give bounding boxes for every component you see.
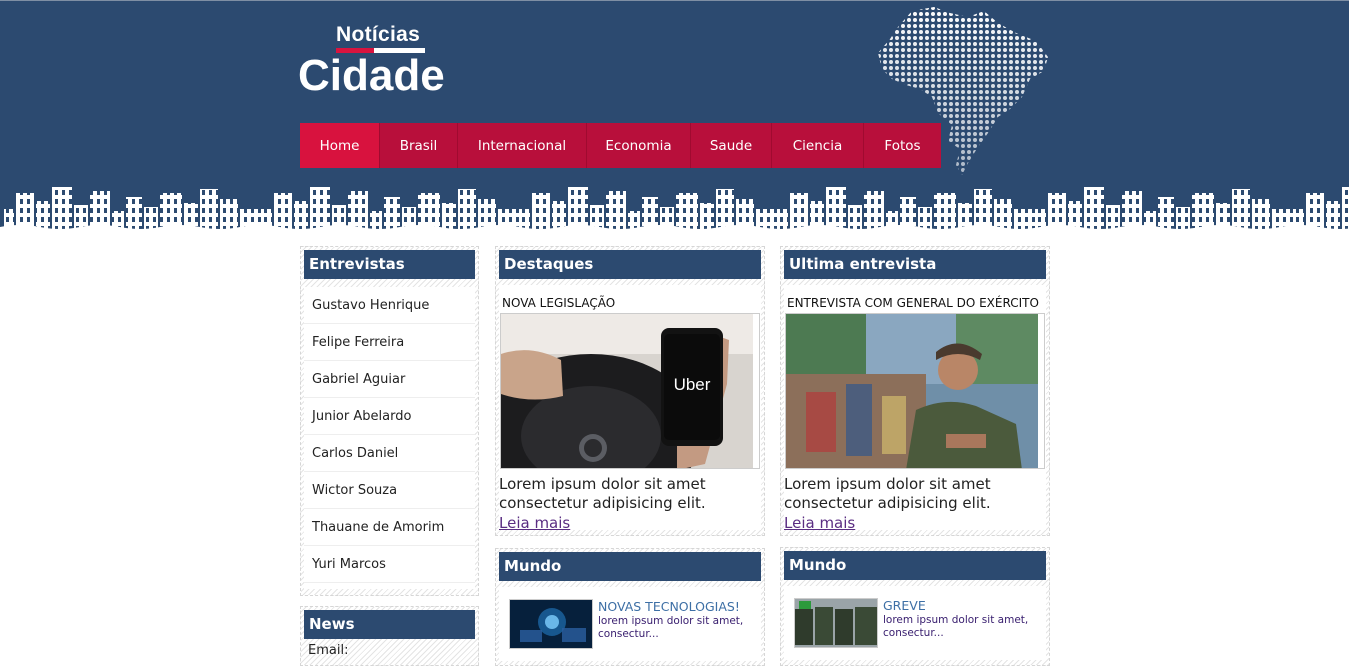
- mundo-title-left: Mundo: [499, 552, 761, 581]
- mundo-item-text-right: GREVE lorem ipsum dolor sit amet, consec…: [883, 598, 1046, 660]
- ultima-entrevista-title: Ultima entrevista: [784, 250, 1046, 279]
- uber-logo-text: Uber: [674, 375, 711, 394]
- mundo-item-excerpt: lorem ipsum dolor sit amet, consectur...: [598, 615, 744, 640]
- nav-item-ciencia[interactable]: Ciencia: [772, 123, 864, 168]
- mundo-panel-right: Mundo GREVE lorem ipsum dolor sit amet, …: [780, 547, 1050, 666]
- mundo-item-text-left: NOVAS TECNOLOGIAS! lorem ipsum dolor sit…: [598, 599, 761, 661]
- interview-item[interactable]: Gustavo Henrique: [304, 287, 475, 324]
- entrevistas-title: Entrevistas: [304, 250, 475, 279]
- ultima-entrevista-read-more-link[interactable]: Leia mais: [784, 514, 855, 532]
- main-nav: Home Brasil Internacional Economia Saude…: [300, 123, 941, 168]
- destaques-panel: Destaques NOVA LEGISLAÇÃO Uber Lorem ips…: [495, 246, 765, 536]
- interview-item[interactable]: Gabriel Aguiar: [304, 361, 475, 398]
- interview-item[interactable]: Wictor Souza: [304, 472, 475, 509]
- ultima-entrevista-headline[interactable]: ENTREVISTA COM GENERAL DO EXÉRCITO: [784, 285, 1046, 313]
- mundo-item-title[interactable]: GREVE: [883, 598, 1046, 614]
- mundo-item-title[interactable]: NOVAS TECNOLOGIAS!: [598, 599, 761, 615]
- uber-photo[interactable]: Uber: [500, 313, 760, 469]
- tech-thumbnail[interactable]: [509, 599, 593, 649]
- general-photo[interactable]: [785, 313, 1045, 469]
- interview-item[interactable]: Carlos Daniel: [304, 435, 475, 472]
- ultima-entrevista-text: Lorem ipsum dolor sit amet consectetur a…: [784, 475, 991, 512]
- news-panel: News Email:: [300, 606, 479, 666]
- entrevistas-panel: Entrevistas Gustavo Henrique Felipe Ferr…: [300, 246, 479, 596]
- site-logo[interactable]: Notícias Cidade: [298, 23, 458, 103]
- nav-item-economia[interactable]: Economia: [587, 123, 691, 168]
- logo-title-big: Cidade: [298, 51, 445, 100]
- destaques-headline[interactable]: NOVA LEGISLAÇÃO: [499, 285, 761, 313]
- destaques-text: Lorem ipsum dolor sit amet consectetur a…: [499, 475, 706, 512]
- mundo-panel-left: Mundo NOVAS TECNOLOGIAS! lorem ipsum dol…: [495, 548, 765, 666]
- news-title: News: [304, 610, 475, 639]
- mundo-title-right: Mundo: [784, 551, 1046, 580]
- ultima-entrevista-card: ENTREVISTA COM GENERAL DO EXÉRCITO Lorem…: [784, 285, 1046, 532]
- mundo-list-left: NOVAS TECNOLOGIAS! lorem ipsum dolor sit…: [499, 587, 761, 661]
- nav-item-home[interactable]: Home: [300, 123, 380, 168]
- nav-item-saude[interactable]: Saude: [691, 123, 772, 168]
- email-label: Email:: [308, 643, 349, 658]
- interview-item[interactable]: Thauane de Amorim: [304, 509, 475, 546]
- nav-item-brasil[interactable]: Brasil: [380, 123, 458, 168]
- city-skyline-decoration: [0, 187, 1349, 232]
- mundo-list-right: GREVE lorem ipsum dolor sit amet, consec…: [784, 586, 1046, 660]
- mundo-item[interactable]: GREVE lorem ipsum dolor sit amet, consec…: [784, 586, 1046, 660]
- logo-title-small: Notícias: [336, 23, 421, 46]
- interview-item[interactable]: Felipe Ferreira: [304, 324, 475, 361]
- site-header: Notícias Cidade Home Brasil Internaciona…: [0, 0, 1349, 232]
- nav-item-internacional[interactable]: Internacional: [458, 123, 587, 168]
- ultima-entrevista-panel: Ultima entrevista ENTREVISTA COM GENERAL…: [780, 246, 1050, 536]
- strike-thumbnail[interactable]: [794, 598, 878, 648]
- destaques-read-more-link[interactable]: Leia mais: [499, 514, 570, 532]
- interview-item[interactable]: Junior Abelardo: [304, 398, 475, 435]
- interview-item[interactable]: Yuri Marcos: [304, 546, 475, 583]
- nav-item-fotos[interactable]: Fotos: [864, 123, 941, 168]
- mundo-item[interactable]: NOVAS TECNOLOGIAS! lorem ipsum dolor sit…: [499, 587, 761, 661]
- entrevistas-list: Gustavo Henrique Felipe Ferreira Gabriel…: [304, 287, 475, 589]
- destaques-title: Destaques: [499, 250, 761, 279]
- destaques-card: NOVA LEGISLAÇÃO Uber Lorem ipsum dolor s…: [499, 285, 761, 532]
- mundo-item-excerpt: lorem ipsum dolor sit amet, consectur...: [883, 614, 1029, 639]
